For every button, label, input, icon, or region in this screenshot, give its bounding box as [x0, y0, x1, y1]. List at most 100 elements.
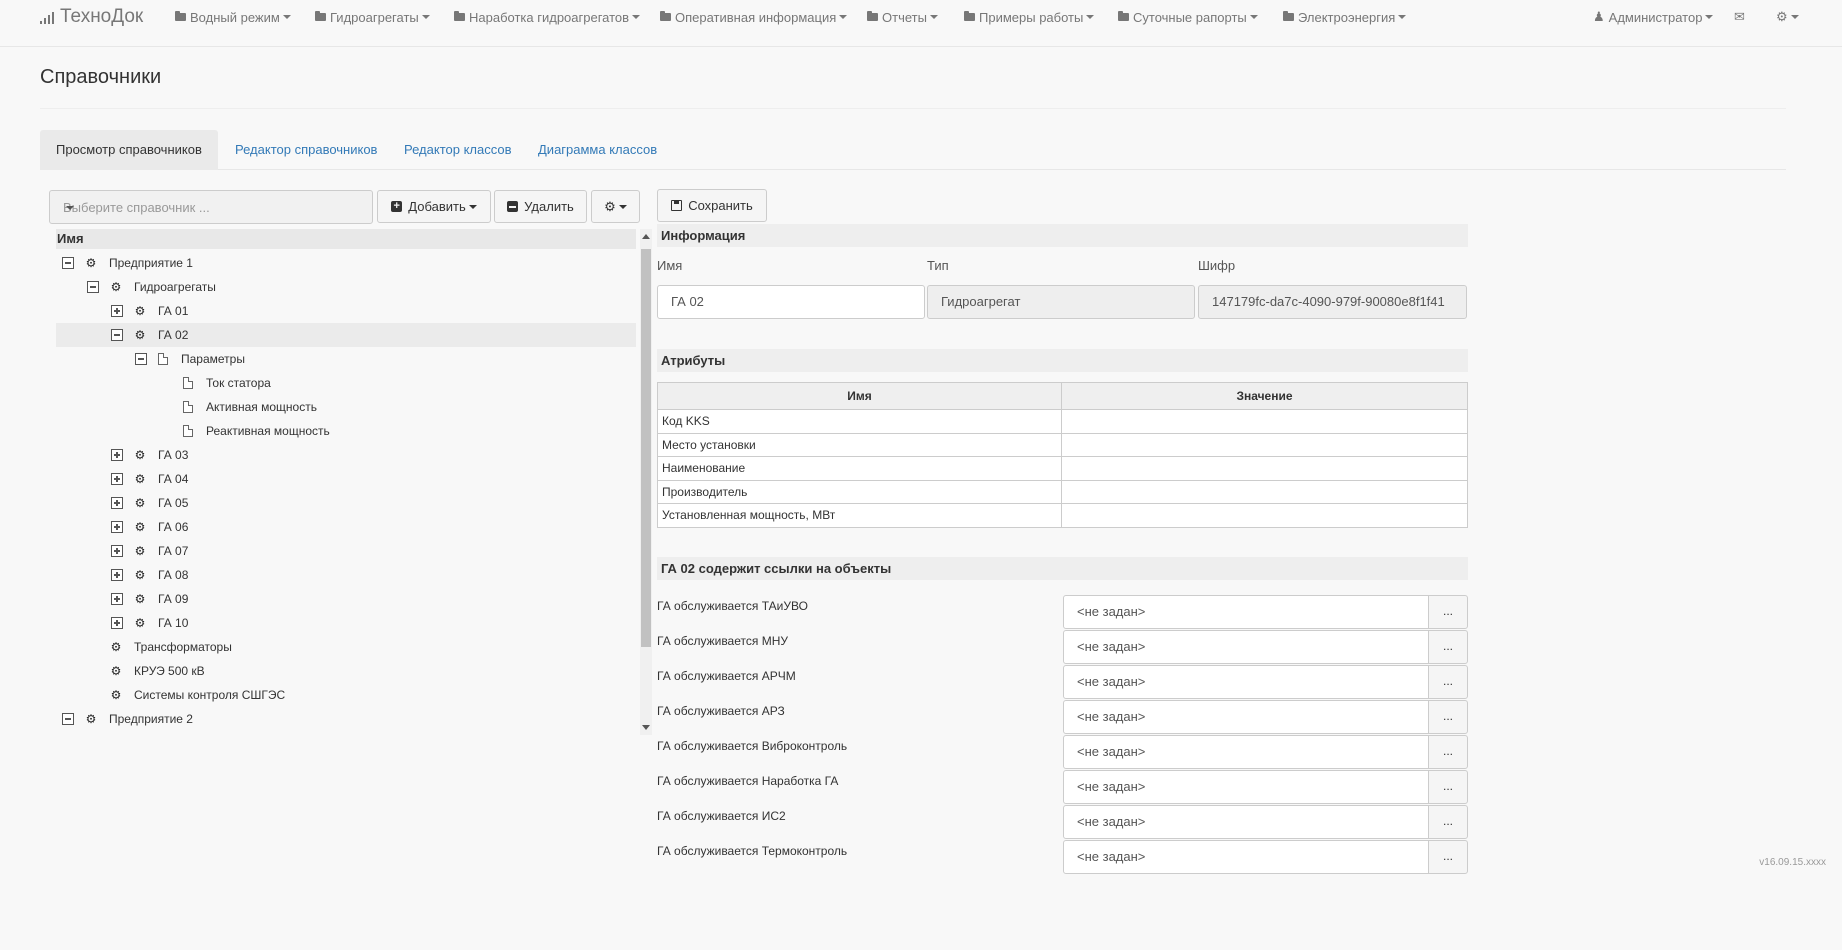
- caret-down-icon: [468, 204, 477, 209]
- collapse-icon[interactable]: [135, 353, 147, 365]
- directory-select[interactable]: Выберите справочник ...: [49, 190, 373, 224]
- nav-item-work-examples[interactable]: Примеры работы: [964, 7, 1095, 27]
- tree-node[interactable]: ⚙ Предприятие 2: [56, 707, 636, 731]
- tree-node[interactable]: ⚙ ГА 07: [56, 539, 636, 563]
- nav-item-electric-energy[interactable]: Электроэнергия: [1283, 7, 1407, 27]
- expand-icon[interactable]: [111, 497, 123, 509]
- collapse-icon[interactable]: [111, 329, 123, 341]
- tree-node[interactable]: ⚙ Предприятие 1: [56, 251, 636, 275]
- tree-scrollbar[interactable]: [640, 229, 652, 735]
- link-value-field[interactable]: <не задан>: [1063, 665, 1429, 699]
- nav-item-label: Примеры работы: [979, 9, 1084, 25]
- tree-node[interactable]: ⚙ ГА 08: [56, 563, 636, 587]
- link-value-field[interactable]: <не задан>: [1063, 735, 1429, 769]
- delete-button[interactable]: Удалить: [494, 190, 587, 223]
- caret-down-icon: [632, 15, 641, 19]
- tree-node[interactable]: ⚙ Трансформаторы: [56, 635, 636, 659]
- gear-icon: ⚙: [85, 256, 97, 270]
- link-browse-button[interactable]: ...: [1428, 700, 1468, 734]
- attribute-value[interactable]: [1061, 456, 1468, 481]
- tree-node[interactable]: ⚙ КРУЭ 500 кВ: [56, 659, 636, 683]
- settings-menu[interactable]: ⚙: [1776, 7, 1799, 27]
- collapse-icon[interactable]: [87, 281, 99, 293]
- expand-icon[interactable]: [111, 305, 123, 317]
- attributes-column-value: Значение: [1061, 382, 1468, 410]
- nav-item-label: Оперативная информация: [675, 9, 837, 25]
- link-value-field[interactable]: <не задан>: [1063, 770, 1429, 804]
- table-row[interactable]: Место установки: [657, 432, 1468, 457]
- link-browse-button[interactable]: ...: [1428, 840, 1468, 874]
- tree-node[interactable]: Активная мощность: [56, 395, 636, 419]
- tree-node[interactable]: ⚙ ГА 10: [56, 611, 636, 635]
- attribute-value[interactable]: [1061, 409, 1468, 434]
- save-button[interactable]: Сохранить: [657, 189, 767, 222]
- expand-icon[interactable]: [111, 617, 123, 629]
- table-row[interactable]: Установленная мощность, МВт: [657, 503, 1468, 528]
- tree-node[interactable]: ⚙ ГА 04: [56, 467, 636, 491]
- tree-node[interactable]: Ток статора: [56, 371, 636, 395]
- link-value-field[interactable]: <не задан>: [1063, 630, 1429, 664]
- nav-item-label: Наработка гидроагрегатов: [469, 9, 630, 25]
- link-browse-button[interactable]: ...: [1428, 805, 1468, 839]
- expand-icon[interactable]: [111, 569, 123, 581]
- tab-view-directories[interactable]: Просмотр справочников: [40, 130, 218, 170]
- nav-item-operational-info[interactable]: Оперативная информация: [660, 7, 848, 27]
- link-browse-button[interactable]: ...: [1428, 665, 1468, 699]
- document-icon: [183, 425, 193, 437]
- tree-node[interactable]: ⚙ ГА 01: [56, 299, 636, 323]
- collapse-icon[interactable]: [62, 713, 74, 725]
- expand-icon[interactable]: [111, 473, 123, 485]
- table-row[interactable]: Наименование: [657, 456, 1468, 481]
- link-value-field[interactable]: <не задан>: [1063, 840, 1429, 874]
- tree-node[interactable]: ⚙ ГА 03: [56, 443, 636, 467]
- tab-class-diagram[interactable]: Диаграмма классов: [522, 130, 673, 170]
- envelope-icon: ✉: [1734, 9, 1745, 24]
- link-value-field[interactable]: <не задан>: [1063, 595, 1429, 629]
- expand-icon[interactable]: [111, 521, 123, 533]
- tree-node[interactable]: ⚙ ГА 05: [56, 491, 636, 515]
- directory-select-placeholder: Выберите справочник ...: [63, 200, 210, 215]
- collapse-icon[interactable]: [62, 257, 74, 269]
- expand-icon[interactable]: [111, 593, 123, 605]
- nav-item-daily-reports[interactable]: Суточные рапорты: [1118, 7, 1258, 27]
- tree-settings-button[interactable]: ⚙: [591, 190, 640, 223]
- tree-node[interactable]: ⚙ Системы контроля СШГЭС: [56, 683, 636, 707]
- attribute-value[interactable]: [1061, 503, 1468, 528]
- nav-item-water-mode[interactable]: Водный режим: [175, 7, 291, 27]
- mail-button[interactable]: ✉: [1734, 7, 1745, 27]
- brand-logo[interactable]: ТехноДок: [40, 4, 143, 30]
- scrollbar-thumb[interactable]: [641, 249, 651, 647]
- tree-node[interactable]: Параметры: [56, 347, 636, 371]
- nav-item-hydro-units[interactable]: Гидроагрегаты: [315, 7, 430, 27]
- table-row[interactable]: Код KKS: [657, 409, 1468, 434]
- tree-node[interactable]: Реактивная мощность: [56, 419, 636, 443]
- add-button[interactable]: + Добавить: [377, 190, 491, 223]
- expand-icon[interactable]: [111, 545, 123, 557]
- tab-directory-editor[interactable]: Редактор справочников: [219, 130, 393, 170]
- tab-class-editor[interactable]: Редактор классов: [388, 130, 528, 170]
- link-browse-button[interactable]: ...: [1428, 735, 1468, 769]
- tree-node[interactable]: ⚙ ГА 09: [56, 587, 636, 611]
- nav-item-reports[interactable]: Отчеты: [867, 7, 938, 27]
- user-menu[interactable]: ♟ Администратор: [1593, 7, 1714, 27]
- link-browse-button[interactable]: ...: [1428, 630, 1468, 664]
- expand-icon[interactable]: [111, 449, 123, 461]
- table-row[interactable]: Производитель: [657, 479, 1468, 504]
- tree-node[interactable]: ⚙ ГА 06: [56, 515, 636, 539]
- gear-icon: ⚙: [1776, 9, 1788, 24]
- link-value-field[interactable]: <не задан>: [1063, 700, 1429, 734]
- attribute-value[interactable]: [1061, 479, 1468, 504]
- tree-node-selected[interactable]: ⚙ ГА 02: [56, 323, 636, 347]
- nav-item-operating-hours[interactable]: Наработка гидроагрегатов: [454, 7, 641, 27]
- name-field[interactable]: ГА 02: [657, 285, 925, 319]
- scroll-down-arrow-icon[interactable]: [642, 725, 650, 730]
- tree-node[interactable]: ⚙ Гидроагрегаты: [56, 275, 636, 299]
- scroll-up-arrow-icon[interactable]: [642, 234, 650, 239]
- link-row: ГА обслуживается Термоконтроль <не задан>…: [657, 840, 1468, 874]
- link-value-field[interactable]: <не задан>: [1063, 805, 1429, 839]
- version-label: v16.09.15.xxxx: [1759, 857, 1826, 868]
- link-browse-button[interactable]: ...: [1428, 770, 1468, 804]
- link-browse-button[interactable]: ...: [1428, 595, 1468, 629]
- caret-down-icon: [282, 15, 291, 19]
- attribute-value[interactable]: [1061, 432, 1468, 457]
